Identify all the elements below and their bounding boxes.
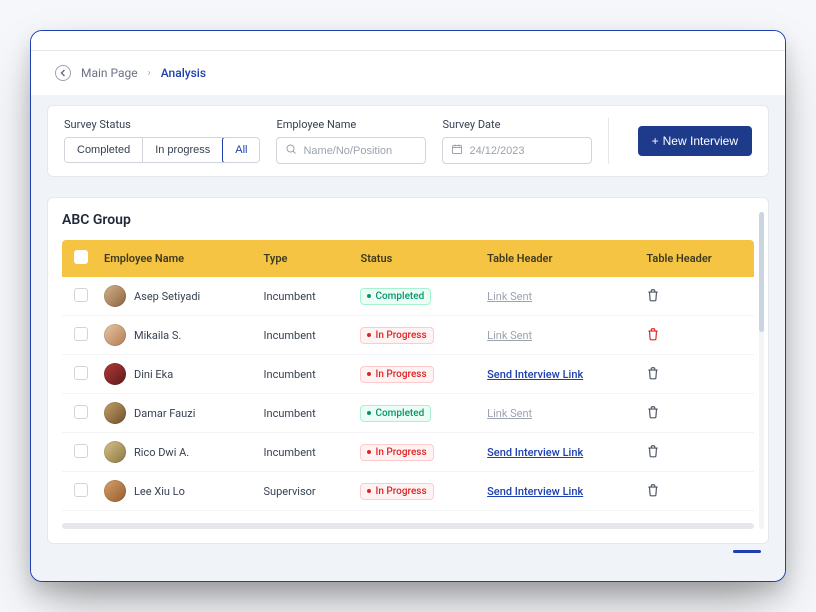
employee-type: Supervisor bbox=[264, 485, 316, 498]
row-checkbox[interactable] bbox=[74, 327, 88, 341]
employee-type: Incumbent bbox=[264, 290, 316, 303]
row-checkbox[interactable] bbox=[74, 288, 88, 302]
employee-name-input[interactable] bbox=[303, 145, 417, 157]
status-badge: In Progress bbox=[360, 327, 433, 344]
app-window: Main Page › Analysis Survey Status Compl… bbox=[30, 30, 786, 582]
survey-status-filter: Survey Status Completed In progress All bbox=[64, 118, 260, 163]
survey-status-label: Survey Status bbox=[64, 118, 260, 131]
trash-icon[interactable] bbox=[646, 366, 660, 380]
col-actions: Table Header bbox=[638, 240, 754, 277]
employee-name: Damar Fauzi bbox=[134, 407, 195, 420]
employee-table: Employee Name Type Status Table Header T… bbox=[62, 240, 754, 511]
plus-icon: + bbox=[652, 134, 659, 148]
status-completed-button[interactable]: Completed bbox=[65, 138, 143, 162]
calendar-icon bbox=[451, 143, 463, 158]
survey-date-input-wrap[interactable] bbox=[442, 137, 592, 164]
table-header-row: Employee Name Type Status Table Header T… bbox=[62, 240, 754, 277]
interview-link[interactable]: Send Interview Link bbox=[487, 446, 583, 459]
row-checkbox[interactable] bbox=[74, 444, 88, 458]
interview-link: Link Sent bbox=[487, 290, 532, 303]
employee-name: Asep Setiyadi bbox=[134, 290, 200, 303]
filter-divider bbox=[608, 118, 609, 164]
table-row: Lee Xiu Lo Supervisor In Progress Send Inte… bbox=[62, 472, 754, 511]
employee-type: Incumbent bbox=[264, 329, 316, 342]
table-row: Rico Dwi A. Incumbent In Progress Send Inte… bbox=[62, 433, 754, 472]
status-segmented: Completed In progress All bbox=[64, 137, 260, 163]
status-inprogress-button[interactable]: In progress bbox=[143, 138, 223, 162]
scrollbar-thumb[interactable] bbox=[759, 212, 764, 332]
employee-name: Rico Dwi A. bbox=[134, 446, 189, 459]
new-interview-label: New Interview bbox=[663, 134, 738, 148]
select-all-checkbox[interactable] bbox=[74, 250, 88, 264]
col-status: Status bbox=[352, 240, 479, 277]
back-icon[interactable] bbox=[55, 65, 71, 81]
window-topbar bbox=[31, 31, 785, 51]
trash-icon[interactable] bbox=[646, 327, 660, 341]
avatar bbox=[104, 324, 126, 346]
employee-name: Dini Eka bbox=[134, 368, 173, 381]
filters-panel: Survey Status Completed In progress All … bbox=[47, 105, 769, 177]
col-link: Table Header bbox=[479, 240, 638, 277]
horizontal-scrollbar[interactable] bbox=[62, 523, 754, 529]
new-interview-button[interactable]: + New Interview bbox=[638, 126, 752, 156]
table-row: Dini Eka Incumbent In Progress Send Intervi… bbox=[62, 355, 754, 394]
status-badge: Completed bbox=[360, 288, 431, 305]
resize-accent bbox=[733, 550, 761, 553]
row-checkbox[interactable] bbox=[74, 366, 88, 380]
breadcrumb-current: Analysis bbox=[161, 66, 206, 80]
avatar bbox=[104, 402, 126, 424]
search-icon bbox=[285, 143, 297, 158]
table-row: Mikaila S. Incumbent In Progress Link Sent bbox=[62, 316, 754, 355]
avatar bbox=[104, 441, 126, 463]
chevron-right-icon: › bbox=[148, 68, 151, 79]
breadcrumb: Main Page › Analysis bbox=[31, 51, 785, 95]
employee-type: Incumbent bbox=[264, 446, 316, 459]
survey-date-filter: Survey Date bbox=[442, 118, 592, 164]
employee-name: Mikaila S. bbox=[134, 329, 181, 342]
col-type: Type bbox=[256, 240, 353, 277]
survey-date-label: Survey Date bbox=[442, 118, 592, 131]
interview-link[interactable]: Send Interview Link bbox=[487, 485, 583, 498]
survey-date-input[interactable] bbox=[469, 145, 583, 157]
table-row: Asep Setiyadi Incumbent Completed Link Sent bbox=[62, 277, 754, 316]
employee-type: Incumbent bbox=[264, 368, 316, 381]
avatar bbox=[104, 363, 126, 385]
row-checkbox[interactable] bbox=[74, 405, 88, 419]
employee-name-filter: Employee Name bbox=[276, 118, 426, 164]
group-card: ABC Group Employee Name Type Status Tabl… bbox=[47, 197, 769, 544]
status-badge: In Progress bbox=[360, 483, 433, 500]
status-badge: Completed bbox=[360, 405, 431, 422]
trash-icon[interactable] bbox=[646, 483, 660, 497]
trash-icon[interactable] bbox=[646, 444, 660, 458]
avatar bbox=[104, 480, 126, 502]
row-checkbox[interactable] bbox=[74, 483, 88, 497]
status-all-button[interactable]: All bbox=[222, 137, 260, 163]
trash-icon[interactable] bbox=[646, 405, 660, 419]
employee-name: Lee Xiu Lo bbox=[134, 485, 185, 498]
employee-type: Incumbent bbox=[264, 407, 316, 420]
trash-icon[interactable] bbox=[646, 288, 660, 302]
status-badge: In Progress bbox=[360, 366, 433, 383]
employee-name-input-wrap[interactable] bbox=[276, 137, 426, 164]
employee-name-label: Employee Name bbox=[276, 118, 426, 131]
status-badge: In Progress bbox=[360, 444, 433, 461]
avatar bbox=[104, 285, 126, 307]
interview-link: Link Sent bbox=[487, 407, 532, 420]
table-row: Damar Fauzi Incumbent Completed Link Sent bbox=[62, 394, 754, 433]
interview-link[interactable]: Send Interview Link bbox=[487, 368, 583, 381]
group-title: ABC Group bbox=[62, 212, 754, 228]
breadcrumb-parent[interactable]: Main Page bbox=[81, 66, 138, 80]
interview-link: Link Sent bbox=[487, 329, 532, 342]
col-employee: Employee Name bbox=[96, 240, 256, 277]
